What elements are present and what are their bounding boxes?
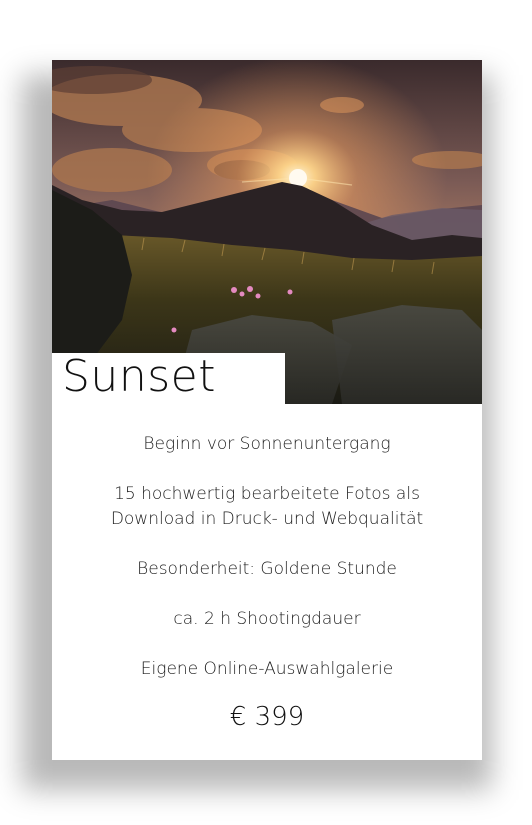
feature-item: Besonderheit: Goldene Stunde	[137, 559, 397, 579]
feature-item: 15 hochwertig bearbeitete Fotos als Down…	[110, 484, 424, 529]
feature-item: Beginn vor Sonnenuntergang	[143, 434, 391, 454]
package-title: Sunset	[62, 351, 216, 402]
feature-list: Beginn vor Sonnenuntergang 15 hochwertig…	[52, 432, 482, 707]
page: Sunset Beginn vor Sonnenuntergang 15 hoc…	[0, 0, 532, 825]
package-price: € 399	[229, 702, 305, 732]
feature-item: Eigene Online-Auswahlgalerie	[140, 659, 394, 679]
package-card[interactable]: Sunset Beginn vor Sonnenuntergang 15 hoc…	[52, 60, 482, 760]
feature-item: ca. 2 h Shootingdauer	[173, 609, 361, 629]
